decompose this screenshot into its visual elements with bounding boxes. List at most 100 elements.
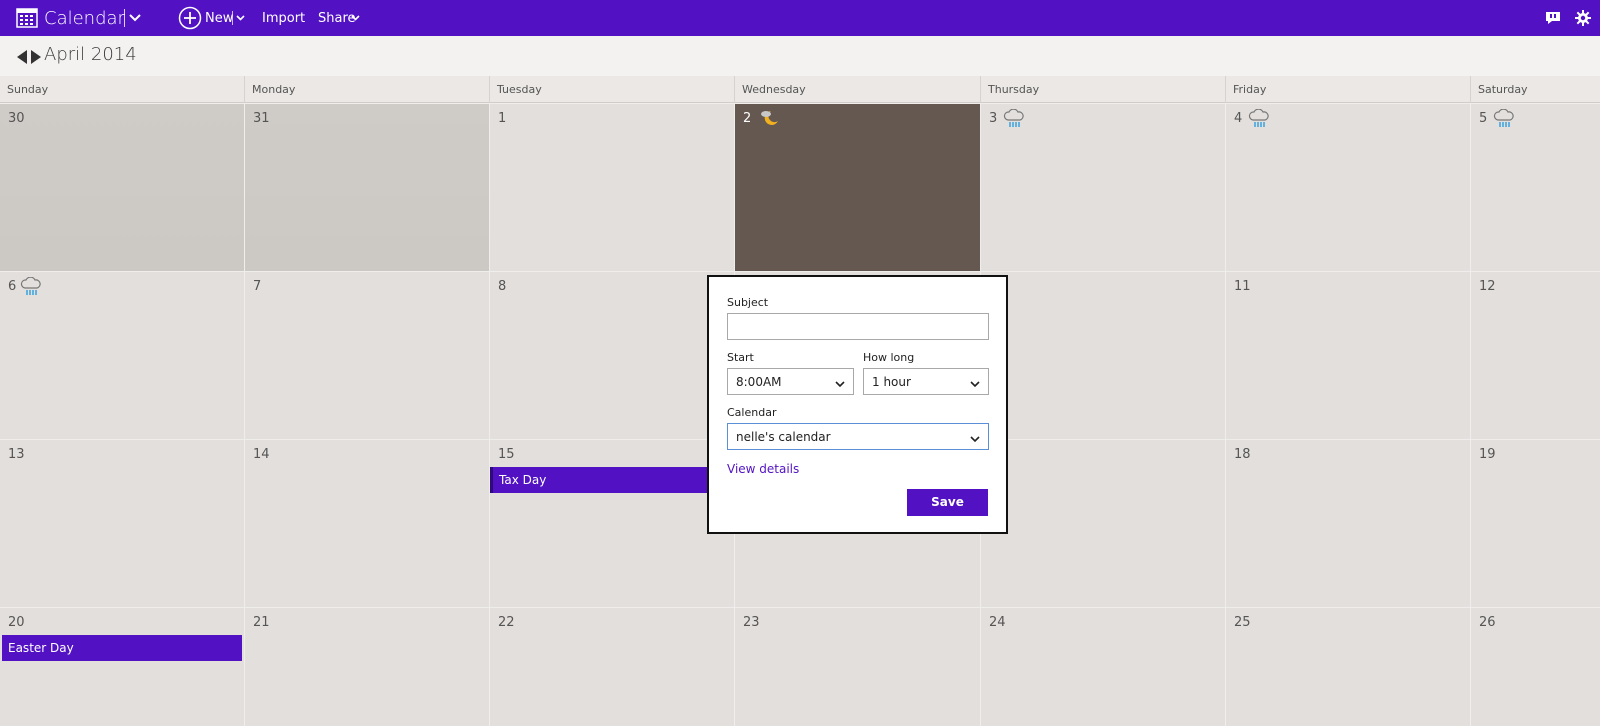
- day-number: 14: [253, 447, 270, 462]
- calendar-grid-icon[interactable]: [16, 0, 38, 36]
- chevron-down-icon: [970, 377, 980, 391]
- rain-cloud-icon: [20, 276, 42, 301]
- sub-header: [0, 36, 1600, 76]
- start-time-select[interactable]: 8:00AM: [727, 368, 854, 395]
- day-header-tuesday: Tuesday: [489, 76, 734, 103]
- day-cell[interactable]: 19: [1470, 439, 1600, 607]
- day-number: 26: [1479, 615, 1496, 630]
- event-easter-day[interactable]: Easter Day: [2, 635, 242, 661]
- new-button[interactable]: New: [205, 0, 233, 36]
- day-number: 1: [498, 111, 507, 126]
- day-number: 13: [8, 447, 25, 462]
- view-details-link[interactable]: View details: [727, 462, 799, 476]
- feedback-icon[interactable]: [1545, 0, 1561, 36]
- day-cell[interactable]: 13: [0, 439, 244, 607]
- day-number: 4: [1234, 111, 1243, 126]
- day-number: 20: [8, 615, 25, 630]
- divider: [232, 11, 233, 25]
- day-cell[interactable]: 17: [980, 439, 1225, 607]
- rain-cloud-icon: [1493, 108, 1515, 133]
- day-cell[interactable]: 25: [1225, 607, 1470, 726]
- day-cell[interactable]: 14: [244, 439, 489, 607]
- day-header-friday: Friday: [1225, 76, 1470, 103]
- calendar-label: Calendar: [727, 406, 777, 419]
- day-cell[interactable]: 24: [980, 607, 1225, 726]
- day-cell[interactable]: 3: [980, 103, 1225, 271]
- day-number: 8: [498, 279, 507, 294]
- duration-select[interactable]: 1 hour: [863, 368, 989, 395]
- day-header-thursday: Thursday: [980, 76, 1225, 103]
- share-button[interactable]: Share: [318, 0, 356, 36]
- previous-month-icon[interactable]: [16, 49, 28, 68]
- day-number: 2: [743, 111, 752, 126]
- start-label: Start: [727, 351, 754, 364]
- day-header-wednesday: Wednesday: [734, 76, 980, 103]
- day-number: 31: [253, 111, 270, 126]
- import-button[interactable]: Import: [262, 0, 305, 36]
- day-number: 30: [8, 111, 25, 126]
- day-number: 11: [1234, 279, 1251, 294]
- add-circle-icon[interactable]: [178, 0, 202, 36]
- day-cell[interactable]: 8: [489, 271, 734, 439]
- day-cell[interactable]: 21: [244, 607, 489, 726]
- day-number: 12: [1479, 279, 1496, 294]
- day-number: 15: [498, 447, 515, 462]
- day-cell[interactable]: 31: [244, 103, 489, 271]
- chevron-down-icon: [970, 432, 980, 446]
- day-cell[interactable]: 6: [0, 271, 244, 439]
- day-cell[interactable]: 5: [1470, 103, 1600, 271]
- chevron-down-icon[interactable]: [236, 0, 245, 36]
- subject-label: Subject: [727, 296, 769, 309]
- gear-icon[interactable]: [1575, 0, 1591, 36]
- event-tax-day[interactable]: Tax Day: [490, 467, 720, 493]
- day-cell[interactable]: 26: [1470, 607, 1600, 726]
- day-cell[interactable]: 30: [0, 103, 244, 271]
- save-button[interactable]: Save: [907, 489, 988, 516]
- day-number: 21: [253, 615, 270, 630]
- day-cell[interactable]: 15: [489, 439, 734, 607]
- moon-cloud-icon: [759, 109, 781, 131]
- rain-cloud-icon: [1003, 108, 1025, 133]
- day-header-row: Sunday Monday Tuesday Wednesday Thursday…: [0, 76, 1600, 103]
- day-number: 18: [1234, 447, 1251, 462]
- day-cell[interactable]: 1: [489, 103, 734, 271]
- app-title[interactable]: Calendar: [44, 0, 125, 36]
- day-number: 3: [989, 111, 998, 126]
- day-cell[interactable]: 22: [489, 607, 734, 726]
- day-header-sunday: Sunday: [7, 83, 49, 96]
- month-title: April 2014: [44, 44, 137, 65]
- chevron-down-icon[interactable]: [129, 0, 141, 36]
- day-number: 24: [989, 615, 1006, 630]
- calendar-value: nelle's calendar: [736, 429, 831, 444]
- day-cell[interactable]: 7: [244, 271, 489, 439]
- calendar-select[interactable]: nelle's calendar: [727, 423, 989, 450]
- day-cell[interactable]: 23: [734, 607, 980, 726]
- rain-cloud-icon: [1248, 108, 1270, 133]
- day-header-saturday: Saturday: [1470, 76, 1600, 103]
- how-long-label: How long: [863, 351, 915, 364]
- day-cell[interactable]: 20: [0, 607, 244, 726]
- day-cell[interactable]: 4: [1225, 103, 1470, 271]
- duration-value: 1 hour: [872, 374, 911, 389]
- chevron-down-icon: [835, 377, 845, 391]
- next-month-icon[interactable]: [30, 49, 42, 68]
- day-number: 23: [743, 615, 760, 630]
- chevron-down-icon[interactable]: [351, 0, 360, 36]
- day-cell[interactable]: 11: [1225, 271, 1470, 439]
- day-number: 19: [1479, 447, 1496, 462]
- start-time-value: 8:00AM: [736, 374, 782, 389]
- day-number: 22: [498, 615, 515, 630]
- day-cell-today[interactable]: 2: [734, 103, 980, 271]
- day-number: 25: [1234, 615, 1251, 630]
- top-bar: Calendar New Import Share: [0, 0, 1600, 36]
- subject-input[interactable]: [727, 313, 989, 340]
- day-number: 6: [8, 279, 17, 294]
- day-cell[interactable]: 10: [980, 271, 1225, 439]
- day-number: 7: [253, 279, 262, 294]
- day-header-monday: Monday: [244, 76, 489, 103]
- day-cell[interactable]: 18: [1225, 439, 1470, 607]
- day-number: 5: [1479, 111, 1488, 126]
- divider: [124, 9, 125, 27]
- quick-add-popup: Subject Start 8:00AM How long 1 hour Cal…: [707, 275, 1008, 534]
- day-cell[interactable]: 12: [1470, 271, 1600, 439]
